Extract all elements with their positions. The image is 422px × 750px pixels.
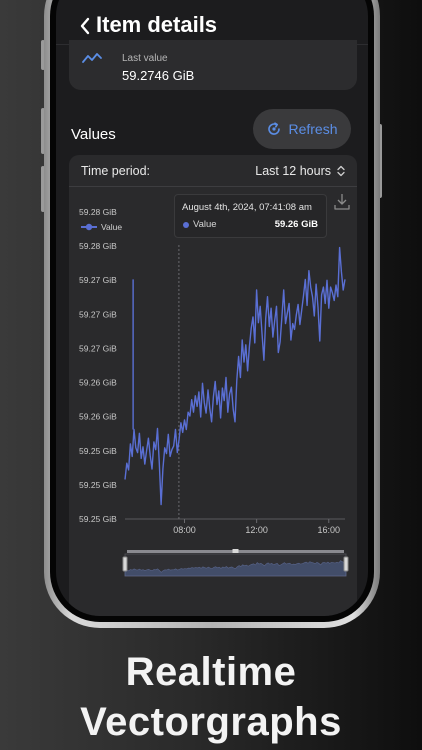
phone-frame: Item details Last value 59.2746 GiB Valu… [44,0,380,628]
tooltip-series-name: Value [193,219,217,230]
tooltip-series-dot [183,222,189,228]
last-value-value: 59.2746 GiB [122,68,195,83]
y-tick-label: 59.26 GiB [79,378,117,388]
last-value-card: Last value 59.2746 GiB [69,40,357,90]
refresh-button[interactable]: Refresh [253,109,351,149]
page-title: Item details [96,12,218,37]
y-tick-label: 59.28 GiB [79,207,117,217]
zoom-handle-left [122,556,128,572]
values-section-title: Values [71,126,116,143]
phone-bezel: Item details Last value 59.2746 GiB Valu… [50,0,374,622]
app-screen: Item details Last value 59.2746 GiB Valu… [56,0,368,616]
y-tick-label: 59.27 GiB [79,275,117,285]
y-tick-label: 59.28 GiB [79,241,117,251]
y-tick-label: 59.25 GiB [79,446,117,456]
y-tick-label: 59.25 GiB [79,514,117,524]
zoom-handle-right [343,556,349,572]
tooltip-value: 59.26 GiB [274,219,318,230]
x-tick-label: 12:00 [245,525,268,535]
trend-line-icon [82,53,102,63]
nav-header: Item details [56,8,368,44]
chevron-left-icon[interactable] [76,15,96,37]
tooltip-date: August 4th, 2024, 07:41:08 am [182,202,312,213]
x-tick-label: 16:00 [318,525,341,535]
refresh-label: Refresh [288,121,338,137]
refresh-icon [268,122,281,135]
series-line-value [124,246,346,506]
chart-tooltip: August 4th, 2024, 07:41:08 am Value 59.2… [174,194,327,238]
y-tick-label: 59.27 GiB [79,343,117,353]
y-tick-label: 59.27 GiB [79,309,117,319]
promo-line-2: Vectorgraphs [80,700,342,744]
x-tick-label: 08:00 [173,525,196,535]
y-tick-label: 59.26 GiB [79,412,117,422]
y-tick-label: 59.25 GiB [79,480,117,490]
promo-line-1: Realtime [125,650,297,694]
chart-card: Time period: Last 12 hours Value 59.28 G… [69,155,357,616]
last-value-label: Last value [122,53,168,64]
zoom-move-handle [232,549,239,553]
